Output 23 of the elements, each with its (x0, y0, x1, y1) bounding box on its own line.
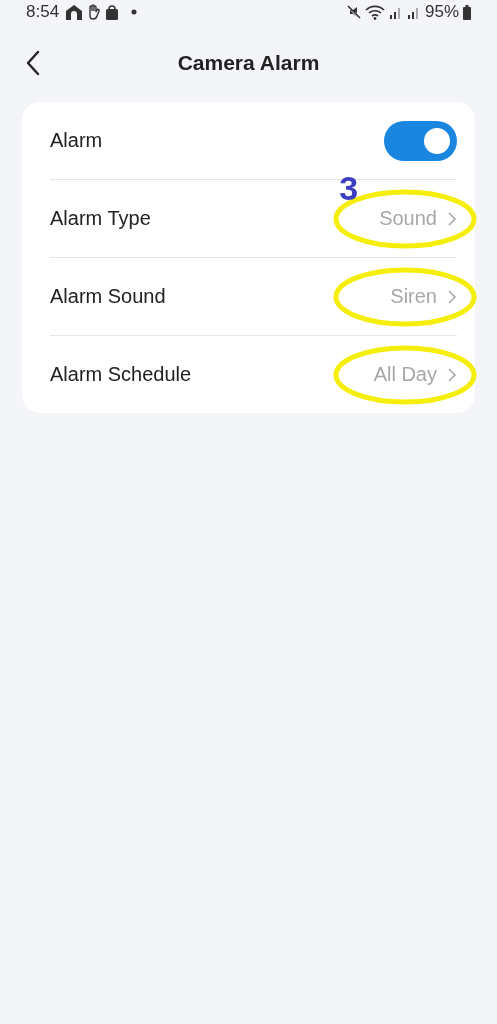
page-title: Camera Alarm (177, 51, 320, 75)
chevron-right-icon (447, 366, 457, 383)
setting-label: Alarm Schedule (50, 363, 192, 386)
home-icon (65, 4, 84, 20)
wifi-icon (364, 4, 385, 20)
signal-icon (388, 5, 403, 19)
dot-icon (131, 9, 138, 15)
chevron-right-icon (447, 210, 457, 227)
battery-icon (463, 4, 471, 20)
shopping-bag-icon (105, 4, 120, 20)
hand-icon (87, 4, 102, 20)
setting-label: Alarm (50, 129, 103, 152)
setting-label: Alarm Type (50, 207, 151, 230)
annotation-number: 3 (339, 169, 359, 208)
setting-label: Alarm Sound (50, 285, 166, 308)
setting-value-link[interactable]: Siren (390, 285, 457, 308)
status-time: 8:54 (26, 2, 60, 22)
signal-icon (406, 5, 421, 19)
chevron-right-icon (447, 288, 457, 305)
toggle-switch[interactable] (384, 120, 457, 161)
battery-percent: 95% (424, 2, 459, 22)
mute-icon (346, 5, 361, 19)
back-button[interactable] (24, 48, 42, 78)
